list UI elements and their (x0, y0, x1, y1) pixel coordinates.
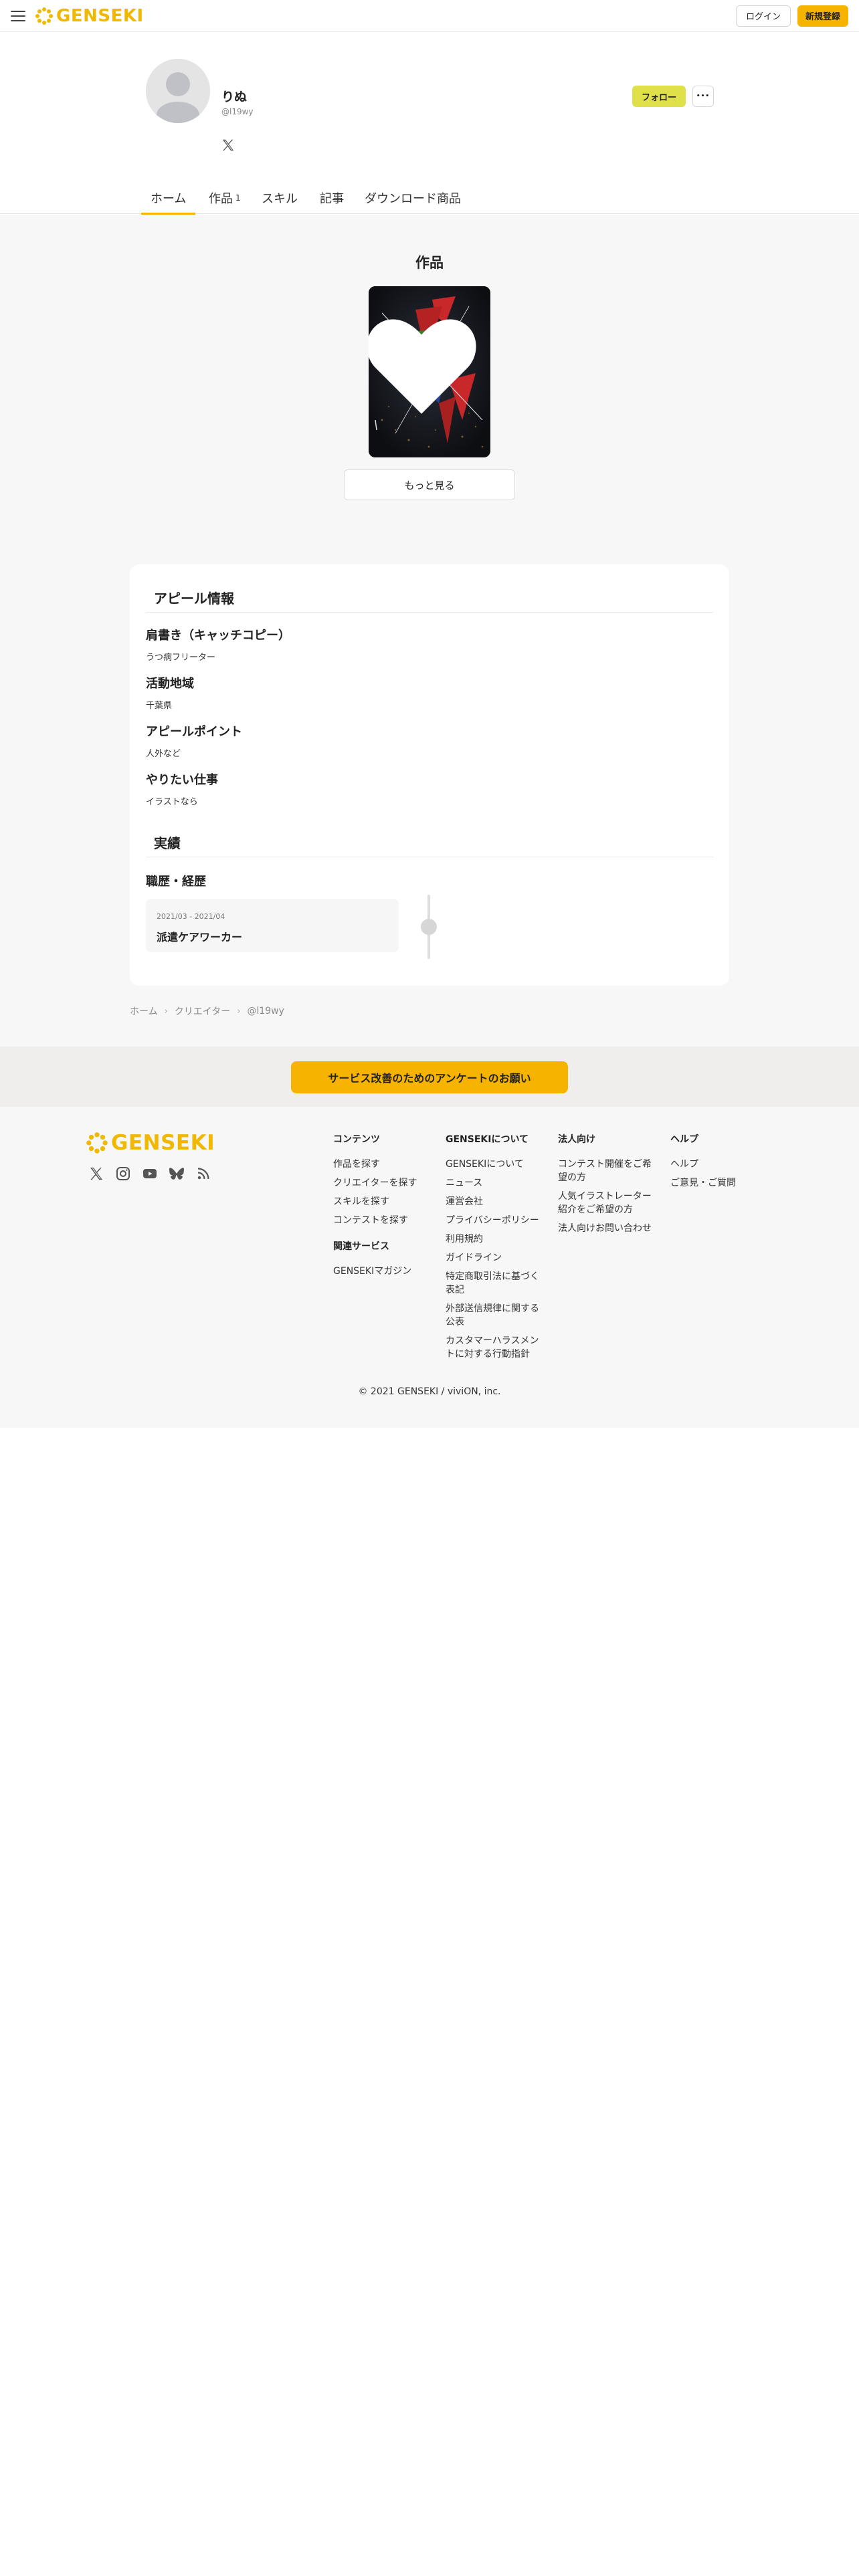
tab-label: ホーム (151, 192, 187, 206)
profile-name: りぬ (221, 90, 248, 104)
header-left: GENSEKI (11, 6, 144, 26)
work-thumbnail[interactable] (369, 286, 490, 457)
footer-link-terms[interactable]: 利用規約 (446, 1232, 545, 1246)
footer-link-find-contests[interactable]: コンテストを探す (333, 1214, 440, 1227)
instagram-icon[interactable] (115, 1166, 131, 1182)
breadcrumb-creators[interactable]: クリエイター (175, 1004, 230, 1018)
tab-label: ダウンロード商品 (365, 192, 461, 206)
main-content: 作品 もっと見る アピール情報 肩書き（キャッチコピー） うつ病フリーター 活動… (0, 215, 859, 1047)
chevron-right-icon: › (237, 1006, 241, 1016)
footer-col-contents: コンテンツ 作品を探す クリエイターを探す スキルを探す コンテストを探す 関連… (333, 1132, 440, 1283)
see-more-button[interactable]: もっと見る (344, 469, 515, 500)
footer-col-corporate: 法人向け コンテスト開催をご希望の方 人気イラストレーター紹介をご希望の方 法人… (558, 1132, 657, 1241)
tab-count: 1 (235, 193, 241, 203)
copyright: © 2021 GENSEKI / viviON, inc. (358, 1386, 501, 1397)
tab-home[interactable]: ホーム (140, 182, 197, 215)
career-label: 職歴・経歴 (146, 875, 206, 889)
field-label-area: 活動地域 (146, 677, 194, 691)
footer-col-title: GENSEKIについて (446, 1134, 529, 1145)
footer-link-find-works[interactable]: 作品を探す (333, 1158, 440, 1171)
footer-col-title: コンテンツ (333, 1134, 380, 1145)
footer-logo-text: GENSEKI (111, 1131, 215, 1155)
footer-col-help: ヘルプ ヘルプ ご意見・ご質問 (670, 1132, 764, 1195)
footer-link-corporate-contact[interactable]: 法人向けお問い合わせ (558, 1222, 657, 1235)
footer-link-guidelines[interactable]: ガイドライン (446, 1251, 545, 1265)
footer-link-illustrator-intro[interactable]: 人気イラストレーター紹介をご希望の方 (558, 1190, 657, 1216)
login-button[interactable]: ログイン (735, 5, 791, 27)
bluesky-icon[interactable] (169, 1166, 185, 1182)
avatar (146, 59, 210, 123)
survey-band: サービス改善のためのアンケートのお願い (0, 1047, 859, 1107)
tab-label: スキル (262, 192, 298, 206)
chevron-right-icon: › (164, 1006, 168, 1016)
footer-col-about: GENSEKIについて GENSEKIについて ニュース 運営会社 プライバシー… (446, 1132, 545, 1366)
tab-downloads[interactable]: ダウンロード商品 (365, 182, 461, 214)
register-button[interactable]: 新規登録 (797, 5, 848, 27)
career-title: 派遣ケアワーカー (157, 931, 243, 944)
footer-link-about[interactable]: GENSEKIについて (446, 1158, 545, 1171)
more-dots-icon: ••• (696, 93, 710, 100)
profile-handle: @l19wy (221, 107, 254, 116)
tab-label: 作品 (209, 192, 233, 206)
footer-link-external-transmission[interactable]: 外部送信規律に関する公表 (446, 1302, 545, 1329)
footer-link-magazine[interactable]: GENSEKIマガジン (333, 1265, 440, 1278)
rss-icon[interactable] (195, 1166, 211, 1182)
hamburger-menu-icon[interactable] (11, 10, 25, 21)
footer-link-tokushoho[interactable]: 特定商取引法に基づく表記 (446, 1270, 545, 1297)
footer-col-title: ヘルプ (670, 1134, 698, 1145)
footer-col-title: 法人向け (558, 1134, 595, 1145)
career-date: 2021/03 - 2021/04 (157, 912, 225, 921)
appeal-card: アピール情報 肩書き（キャッチコピー） うつ病フリーター 活動地域 千葉県 アピ… (130, 564, 729, 986)
tab-articles[interactable]: 記事 (320, 182, 344, 214)
footer-link-company[interactable]: 運営会社 (446, 1195, 545, 1208)
site-header: GENSEKI ログイン 新規登録 (0, 0, 859, 32)
profile-section: りぬ @l19wy フォロー ••• ホーム 作品 1 スキル 記事 ダウンロー… (0, 32, 859, 215)
achievements-section-title: 実績 (146, 828, 713, 857)
field-value-catchphrase: うつ病フリーター (146, 653, 216, 663)
site-logo[interactable]: GENSEKI (35, 6, 144, 26)
survey-button[interactable]: サービス改善のためのアンケートのお願い (291, 1061, 568, 1093)
footer-link-news[interactable]: ニュース (446, 1176, 545, 1190)
logo-text: GENSEKI (56, 5, 144, 26)
field-label-catchphrase: 肩書き（キャッチコピー） (146, 629, 290, 643)
genseki-logo-icon (35, 7, 53, 25)
social-links (88, 1166, 211, 1182)
site-footer: GENSEKI コンテンツ 作品を探す クリエイターを探す スキルを探す コンテ… (0, 1107, 859, 1428)
field-label-desired-work: やりたい仕事 (146, 773, 218, 787)
footer-link-feedback[interactable]: ご意見・ご質問 (670, 1176, 764, 1190)
field-value-desired-work: イラストなら (146, 797, 198, 807)
career-item: 2021/03 - 2021/04 派遣ケアワーカー (146, 899, 399, 952)
field-label-appeal-point: アピールポイント (146, 725, 242, 739)
genseki-logo-icon (86, 1132, 108, 1154)
tab-skills[interactable]: スキル (262, 182, 298, 214)
x-twitter-icon[interactable] (88, 1166, 104, 1182)
breadcrumb-home[interactable]: ホーム (130, 1004, 158, 1018)
tab-works[interactable]: 作品 1 (209, 182, 241, 214)
profile-tabs: ホーム 作品 1 スキル 記事 ダウンロード商品 (0, 182, 859, 215)
footer-link-harassment-policy[interactable]: カスタマーハラスメントに対する行動指針 (446, 1334, 545, 1361)
footer-logo[interactable]: GENSEKI (86, 1131, 215, 1155)
footer-link-privacy[interactable]: プライバシーポリシー (446, 1214, 545, 1227)
breadcrumb-current: @l19wy (247, 1006, 284, 1016)
appeal-section-title: アピール情報 (146, 583, 713, 613)
footer-link-find-creators[interactable]: クリエイターを探す (333, 1176, 440, 1190)
default-avatar-icon (146, 59, 210, 123)
follow-button[interactable]: フォロー (632, 86, 686, 107)
tab-label: 記事 (320, 192, 344, 206)
footer-col-subtitle: 関連サービス (333, 1241, 389, 1252)
heart-icon[interactable] (369, 286, 482, 451)
timeline-dot (421, 919, 437, 935)
youtube-icon[interactable] (142, 1166, 158, 1182)
works-section-title: 作品 (415, 255, 444, 271)
field-value-area: 千葉県 (146, 701, 173, 711)
x-twitter-icon[interactable] (221, 138, 235, 152)
header-right: ログイン 新規登録 (735, 5, 848, 27)
more-options-button[interactable]: ••• (692, 86, 714, 107)
footer-link-help[interactable]: ヘルプ (670, 1158, 764, 1171)
footer-link-find-skills[interactable]: スキルを探す (333, 1195, 440, 1208)
field-value-appeal-point: 人外など (146, 749, 181, 759)
footer-link-host-contest[interactable]: コンテスト開催をご希望の方 (558, 1158, 657, 1184)
breadcrumb: ホーム › クリエイター › @l19wy (130, 1004, 284, 1018)
